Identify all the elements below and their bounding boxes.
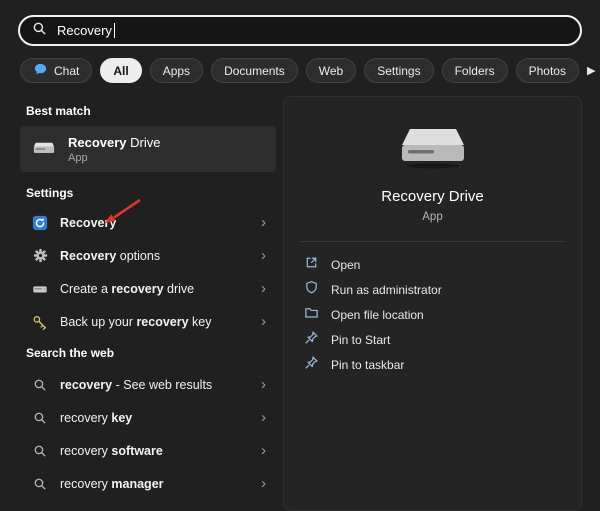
action-pin-to-start[interactable]: Pin to Start: [300, 327, 565, 352]
best-match-result-recovery-drive[interactable]: Recovery Drive App: [20, 126, 276, 172]
settings-result-backup-recovery-key[interactable]: Back up your recovery key ›: [20, 305, 276, 338]
tab-label: Chat: [54, 64, 79, 78]
key-icon: [30, 314, 50, 330]
result-label: Recovery: [60, 216, 116, 230]
tab-web[interactable]: Web: [306, 58, 356, 83]
action-label: Pin to Start: [331, 333, 390, 347]
result-label: Recovery options: [60, 249, 160, 263]
tab-photos[interactable]: Photos: [516, 58, 579, 83]
tab-label: Web: [319, 64, 343, 78]
result-subtitle: App: [68, 152, 161, 164]
tab-settings[interactable]: Settings: [364, 58, 433, 83]
chevron-right-icon: ›: [261, 215, 266, 230]
result-label: recovery key: [60, 411, 132, 425]
result-label: Back up your recovery key: [60, 315, 212, 329]
web-result-recovery[interactable]: recovery - See web results ›: [20, 368, 276, 401]
settings-result-recovery[interactable]: Recovery ›: [20, 206, 276, 239]
drive-icon-large: [396, 125, 470, 176]
tab-documents[interactable]: Documents: [211, 58, 298, 83]
drive-icon: [32, 137, 56, 161]
action-pin-to-taskbar[interactable]: Pin to taskbar: [300, 352, 565, 377]
action-label: Open: [331, 258, 360, 272]
drive-icon: [30, 281, 50, 297]
chevron-right-icon: ›: [261, 314, 266, 329]
preview-title: Recovery Drive: [381, 188, 484, 205]
result-title: Recovery Drive: [68, 135, 161, 150]
search-icon: [30, 378, 50, 392]
chevron-right-icon: ›: [261, 377, 266, 392]
tab-all[interactable]: All: [100, 58, 141, 83]
shield-icon: [304, 280, 319, 300]
action-label: Run as administrator: [331, 283, 442, 297]
search-icon: [30, 477, 50, 491]
search-icon: [30, 444, 50, 458]
preview-subtitle: App: [422, 211, 442, 223]
action-run-as-administrator[interactable]: Run as administrator: [300, 277, 565, 302]
gear-icon: [30, 248, 50, 263]
action-open[interactable]: Open: [300, 252, 565, 277]
action-open-file-location[interactable]: Open file location: [300, 302, 565, 327]
result-label: Create a recovery drive: [60, 282, 194, 296]
search-results-list: Best match Recovery Drive App Settings: [20, 96, 280, 500]
expand-tabs-button[interactable]: ▶: [587, 64, 595, 77]
pin-icon: [304, 330, 319, 350]
open-icon: [304, 255, 319, 275]
pin-icon: [304, 355, 319, 375]
tab-folders[interactable]: Folders: [442, 58, 508, 83]
folder-icon: [304, 305, 319, 325]
tab-chat[interactable]: Chat: [20, 58, 92, 83]
tab-label: Settings: [377, 64, 420, 78]
search-query-text: Recovery: [57, 23, 112, 38]
web-result-recovery-manager[interactable]: recovery manager ›: [20, 467, 276, 500]
search-icon: [32, 21, 47, 41]
tab-label: Documents: [224, 64, 285, 78]
filter-tabs-bar: Chat All Apps Documents Web Settings Fol…: [20, 58, 582, 83]
search-icon: [30, 411, 50, 425]
tab-label: Folders: [455, 64, 495, 78]
context-actions-list: Open Run as administrator Open file loca…: [300, 252, 565, 377]
chevron-right-icon: ›: [261, 281, 266, 296]
action-label: Open file location: [331, 308, 424, 322]
recovery-icon: [30, 215, 50, 231]
tab-label: Photos: [529, 64, 566, 78]
result-label: recovery manager: [60, 477, 164, 491]
settings-result-recovery-options[interactable]: Recovery options ›: [20, 239, 276, 272]
chevron-right-icon: ›: [261, 443, 266, 458]
best-match-heading: Best match: [26, 104, 280, 118]
settings-result-create-recovery-drive[interactable]: Create a recovery drive ›: [20, 272, 276, 305]
settings-heading: Settings: [26, 186, 280, 200]
result-label: recovery software: [60, 444, 163, 458]
tab-label: All: [113, 64, 128, 78]
chevron-right-icon: ›: [261, 248, 266, 263]
search-the-web-heading: Search the web: [26, 346, 280, 360]
chat-bubble-icon: [33, 62, 48, 80]
tab-apps[interactable]: Apps: [150, 58, 203, 83]
text-caret: [114, 23, 115, 38]
chevron-right-icon: ›: [261, 476, 266, 491]
web-result-recovery-software[interactable]: recovery software ›: [20, 434, 276, 467]
search-input[interactable]: Recovery: [18, 15, 582, 46]
preview-panel: Recovery Drive App Open Run as administr…: [283, 96, 582, 511]
web-result-recovery-key[interactable]: recovery key ›: [20, 401, 276, 434]
tab-label: Apps: [163, 64, 190, 78]
action-label: Pin to taskbar: [331, 358, 404, 372]
divider: [300, 241, 565, 242]
chevron-right-icon: ›: [261, 410, 266, 425]
result-label: recovery - See web results: [60, 378, 212, 392]
